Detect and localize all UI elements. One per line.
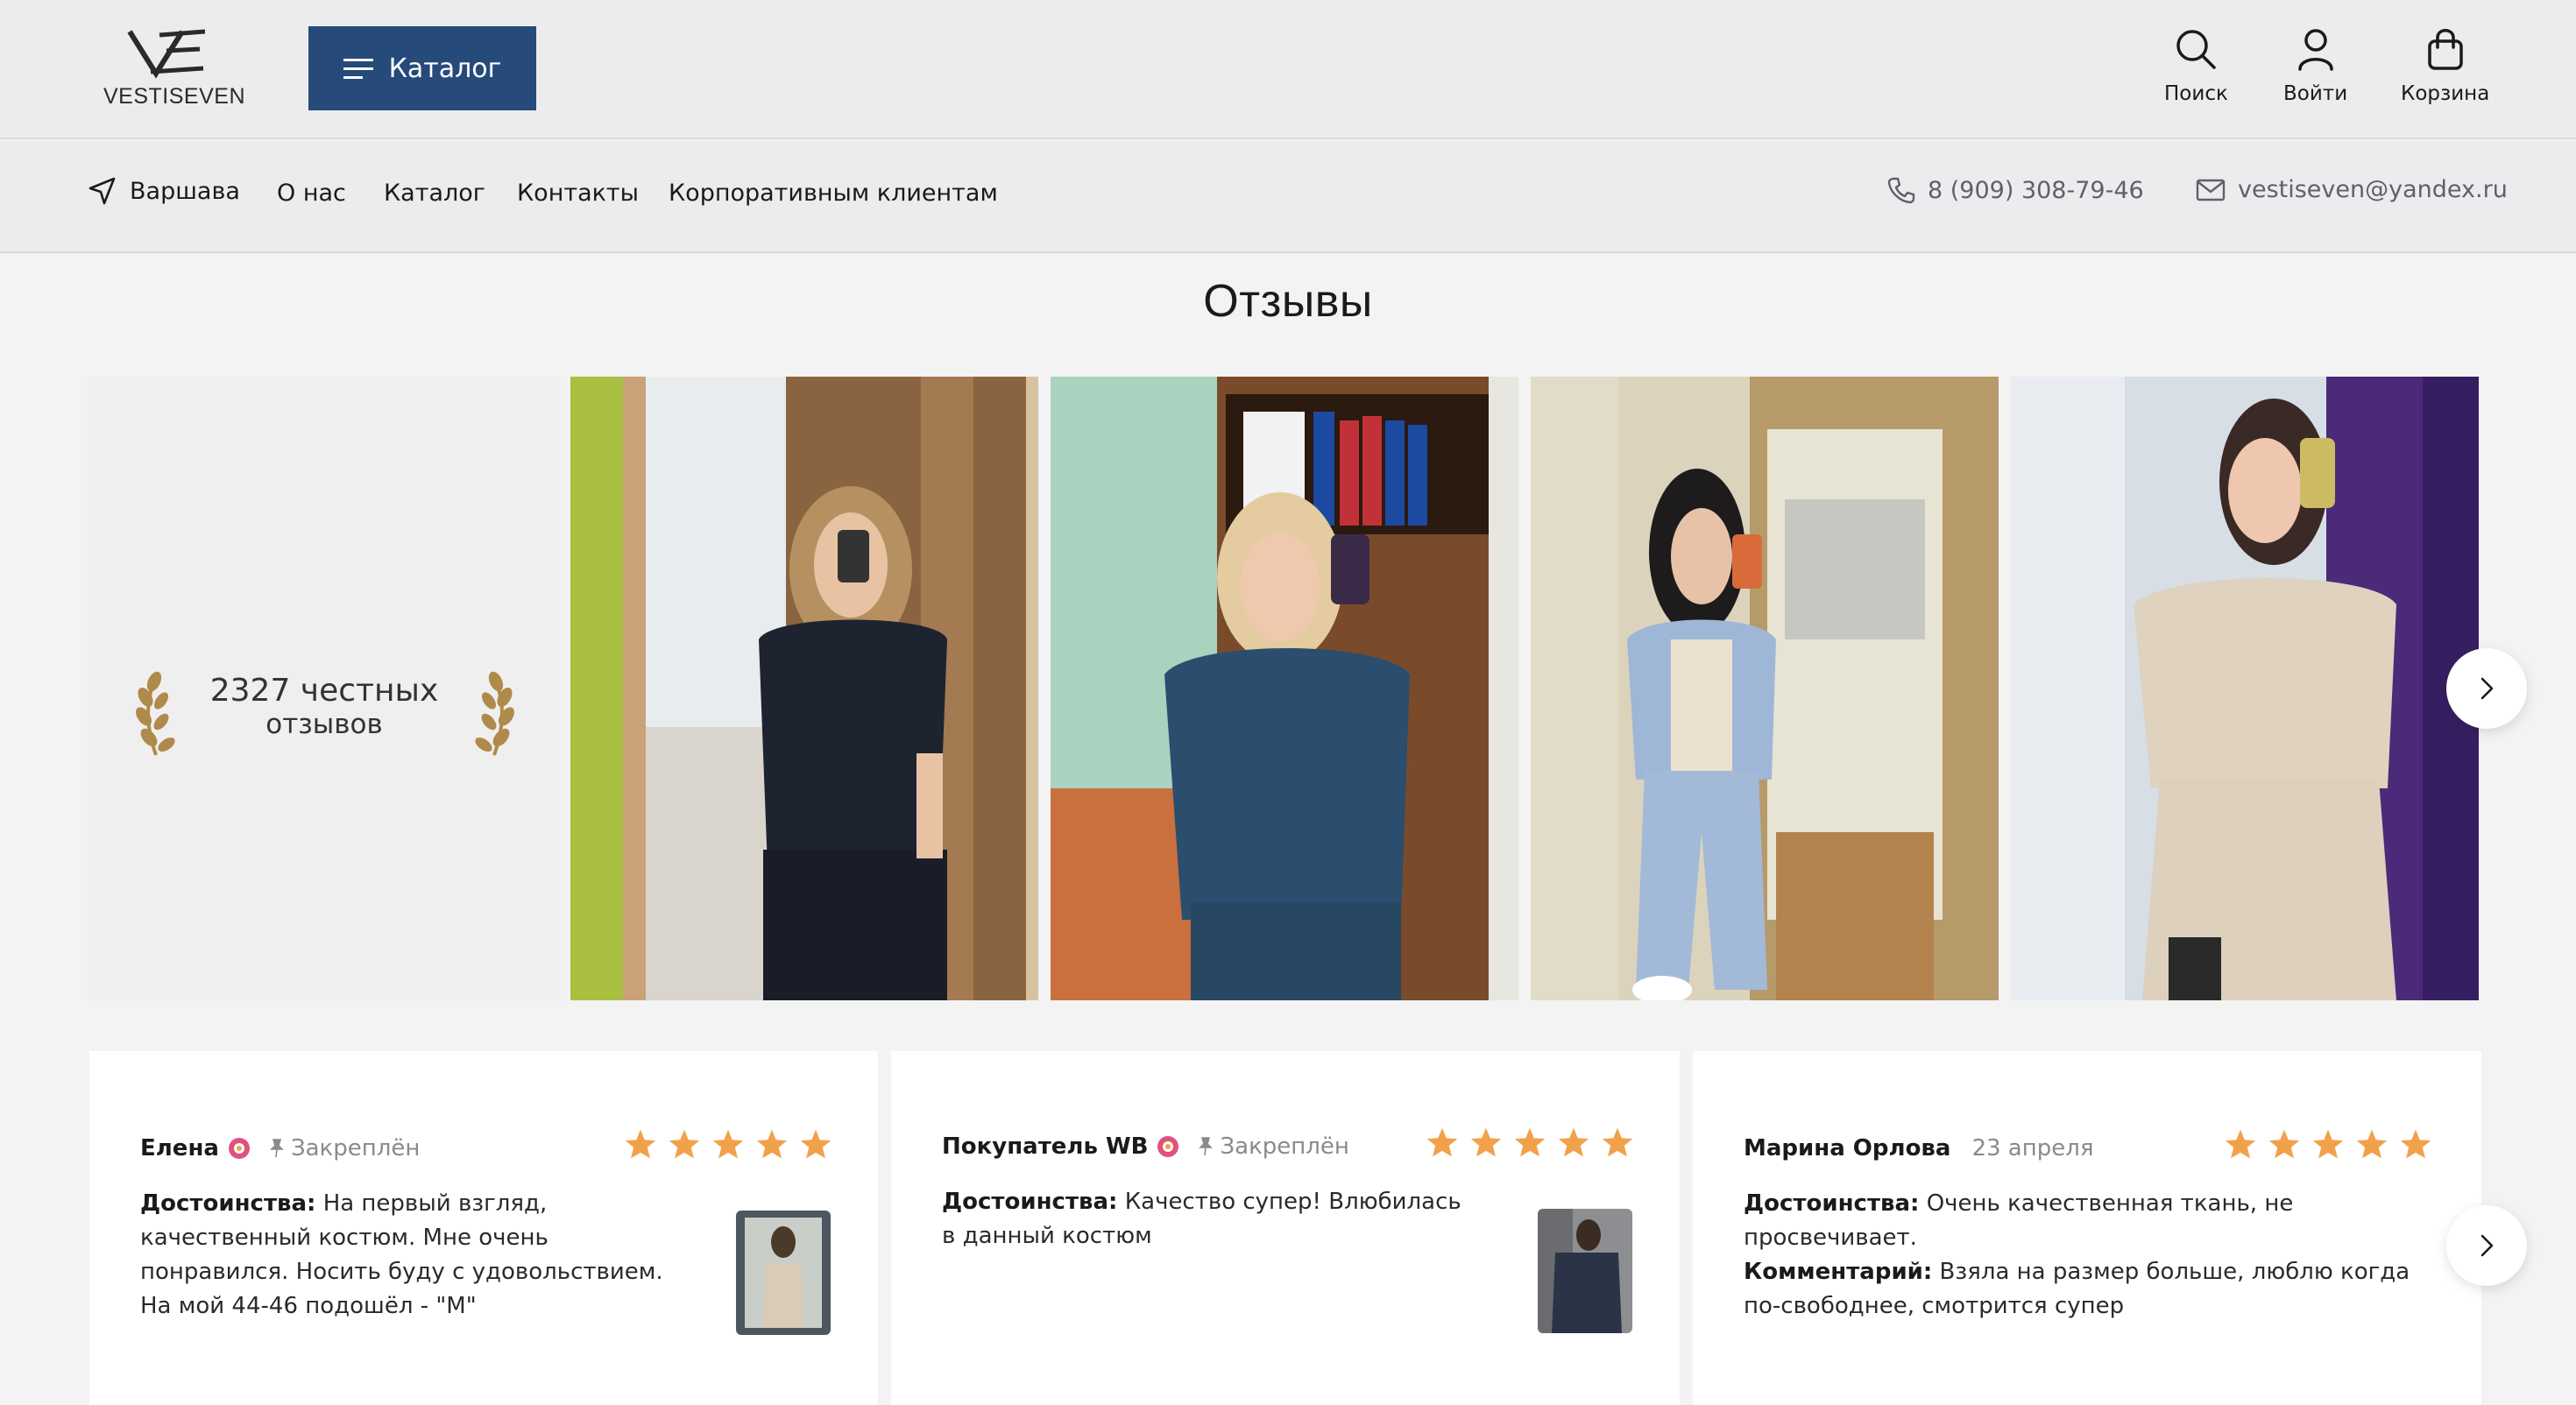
reviewer-name: Марина Орлова bbox=[1744, 1135, 1951, 1161]
catalog-button-label: Каталог bbox=[388, 53, 502, 84]
phone-icon bbox=[1887, 177, 1915, 204]
review-text: Достоинства: На первый взгляд, качествен… bbox=[140, 1187, 701, 1324]
secondary-nav: Варшава О нас Каталог Контакты Корпорати… bbox=[0, 141, 2576, 253]
review-photo[interactable] bbox=[2011, 377, 2479, 1000]
star-icon bbox=[1470, 1127, 1502, 1157]
review-date: 23 апреля bbox=[1971, 1135, 2094, 1161]
rating-stars bbox=[624, 1128, 832, 1160]
laurel-right-icon bbox=[475, 671, 514, 756]
phone-number: 8 (909) 308-79-46 bbox=[1928, 176, 2144, 204]
pinned-tag: Закреплён bbox=[1197, 1133, 1349, 1160]
pros-label: Достоинства: bbox=[1744, 1190, 1920, 1217]
email-address: vestiseven@yandex.ru bbox=[2238, 176, 2508, 203]
menu-icon bbox=[343, 59, 373, 79]
review-card: Марина Орлова 23 апреля Достоинства: Оче… bbox=[1693, 1051, 2481, 1405]
rating-stars bbox=[2224, 1128, 2432, 1160]
search-label: Поиск bbox=[2164, 82, 2228, 105]
star-icon bbox=[712, 1129, 744, 1159]
bag-icon bbox=[2427, 29, 2463, 70]
review-photo[interactable] bbox=[570, 377, 1038, 1000]
mail-icon bbox=[2196, 179, 2226, 201]
logo-text: VESTISEVEN bbox=[103, 84, 245, 109]
star-icon bbox=[2312, 1129, 2344, 1159]
reviewer-name: Покупатель WB bbox=[942, 1133, 1149, 1160]
pin-icon bbox=[270, 1139, 284, 1158]
city-selector[interactable]: Варшава bbox=[88, 176, 240, 206]
verified-badge-icon bbox=[1157, 1136, 1179, 1157]
star-icon bbox=[756, 1129, 788, 1159]
star-icon bbox=[669, 1129, 700, 1159]
nav-link-contacts[interactable]: Контакты bbox=[517, 180, 639, 207]
top-header: VESTISEVEN Каталог Поиск Войти Корзина bbox=[0, 0, 2576, 139]
star-icon bbox=[625, 1129, 656, 1159]
search-action[interactable]: Поиск bbox=[2164, 26, 2228, 105]
cart-label: Корзина bbox=[2401, 82, 2490, 105]
pinned-label: Закреплён bbox=[290, 1135, 421, 1161]
phone-contact[interactable]: 8 (909) 308-79-46 bbox=[1887, 176, 2144, 204]
pros-label: Достоинства: bbox=[942, 1189, 1118, 1215]
review-text: Достоинства: Очень качественная ткань, н… bbox=[1744, 1187, 2427, 1324]
catalog-button[interactable]: Каталог bbox=[308, 26, 536, 110]
review-header: Елена Закреплён bbox=[140, 1135, 420, 1161]
reviewer-name: Елена bbox=[140, 1135, 219, 1161]
review-thumbnail[interactable] bbox=[1538, 1209, 1632, 1333]
reviews-count-number: 2327 честных bbox=[209, 673, 439, 709]
review-header: Покупатель WB Закреплён bbox=[942, 1133, 1349, 1160]
city-label: Варшава bbox=[130, 177, 240, 205]
review-text: Достоинства: Качество супер! Влюбилась в… bbox=[942, 1185, 1468, 1253]
review-photo[interactable] bbox=[1531, 377, 1999, 1000]
star-icon bbox=[1602, 1127, 1633, 1157]
pin-icon bbox=[1199, 1137, 1214, 1156]
star-icon bbox=[2356, 1129, 2388, 1159]
star-icon bbox=[1514, 1127, 1546, 1157]
email-contact[interactable]: vestiseven@yandex.ru bbox=[2196, 176, 2508, 203]
logo-mark-icon bbox=[127, 29, 206, 79]
location-arrow-icon bbox=[88, 177, 116, 205]
star-icon bbox=[1426, 1127, 1458, 1157]
star-icon bbox=[2225, 1129, 2256, 1159]
photos-next-button[interactable] bbox=[2446, 648, 2527, 729]
nav-link-corporate[interactable]: Корпоративным клиентам bbox=[669, 180, 998, 207]
review-card: Покупатель WB Закреплён Достоинства: Кач… bbox=[891, 1051, 1680, 1405]
cart-action[interactable]: Корзина bbox=[2401, 26, 2489, 105]
reviews-next-button[interactable] bbox=[2446, 1205, 2527, 1286]
user-icon bbox=[2297, 29, 2333, 71]
review-thumbnail[interactable] bbox=[736, 1211, 831, 1335]
login-label: Войти bbox=[2283, 82, 2348, 105]
star-icon bbox=[800, 1129, 832, 1159]
chevron-right-icon bbox=[2480, 677, 2494, 700]
pinned-label: Закреплён bbox=[1220, 1133, 1349, 1160]
star-icon bbox=[2268, 1129, 2300, 1159]
reviews-summary: 2327 честных отзывов bbox=[88, 377, 561, 1000]
pinned-tag: Закреплён bbox=[268, 1135, 420, 1161]
rating-stars bbox=[1426, 1126, 1634, 1158]
nav-link-about[interactable]: О нас bbox=[277, 180, 346, 207]
review-photo[interactable] bbox=[1051, 377, 1518, 1000]
nav-link-catalog[interactable]: Каталог bbox=[384, 180, 485, 207]
comment-label: Комментарий: bbox=[1744, 1259, 1933, 1285]
review-header: Марина Орлова 23 апреля bbox=[1744, 1135, 2093, 1161]
search-icon bbox=[2176, 30, 2217, 69]
login-action[interactable]: Войти bbox=[2283, 26, 2347, 105]
pros-label: Достоинства: bbox=[140, 1190, 316, 1217]
brand-logo[interactable]: VESTISEVEN bbox=[98, 26, 245, 114]
star-icon bbox=[2400, 1129, 2431, 1159]
verified-badge-icon bbox=[228, 1138, 250, 1159]
star-icon bbox=[1558, 1127, 1589, 1157]
reviews-title: Отзывы bbox=[1203, 276, 1373, 327]
review-card: Елена Закреплён Достоинства: На первый в… bbox=[89, 1051, 878, 1405]
chevron-right-icon bbox=[2480, 1234, 2494, 1257]
